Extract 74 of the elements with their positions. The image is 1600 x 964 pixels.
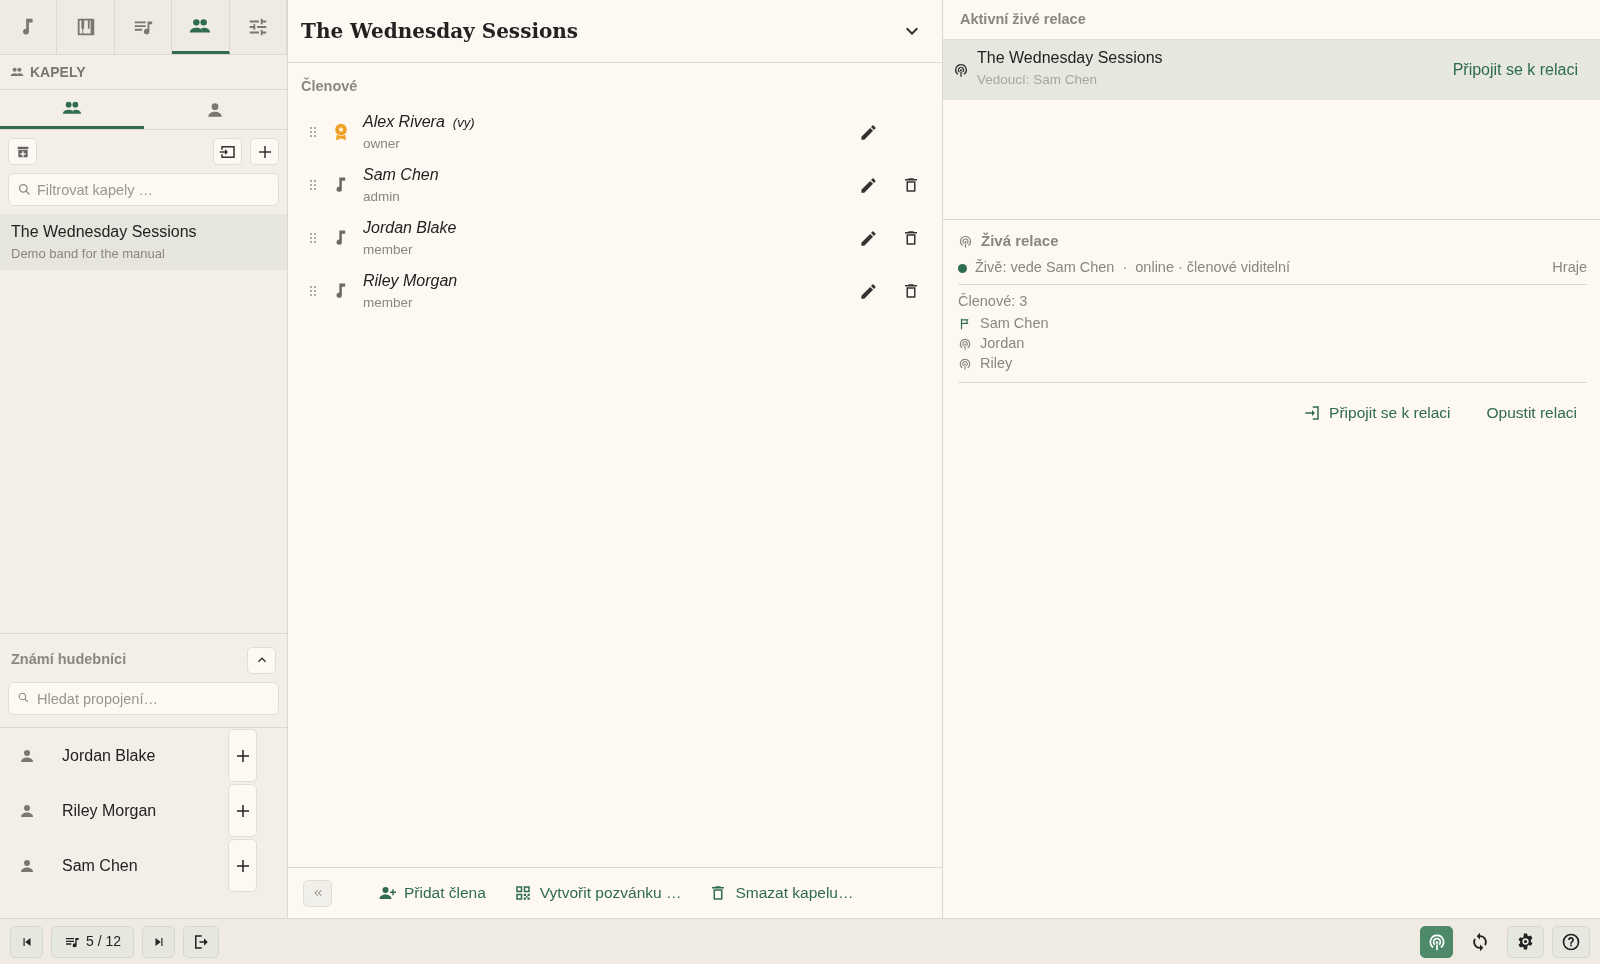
member-name: Alex Rivera: [363, 112, 445, 133]
leave-session-button[interactable]: Opustit relaci: [1476, 397, 1587, 429]
exit-button[interactable]: [183, 925, 220, 958]
band-item[interactable]: The Wednesday Sessions Demo band for the manual: [0, 214, 287, 270]
join-session-button[interactable]: Připojit se k relaci: [1293, 397, 1461, 429]
broadcast-icon: [958, 233, 973, 249]
person-add-icon: [378, 884, 396, 902]
people-icon: [10, 65, 24, 79]
settings-icon: [1516, 932, 1535, 951]
next-button[interactable]: [142, 925, 176, 958]
status-text: Živě: vede Sam Chen: [975, 258, 1115, 278]
status-detail: online · členové viditelní: [1135, 258, 1291, 278]
help-icon: [1561, 931, 1581, 952]
settings-button[interactable]: [1507, 925, 1544, 958]
sync-icon: [1470, 931, 1490, 952]
band-name: The Wednesday Sessions: [11, 222, 197, 242]
queue-button[interactable]: 5 / 12: [51, 925, 135, 958]
archive-button[interactable]: [8, 138, 37, 165]
section-title: Známí hudebníci: [10, 650, 127, 670]
filter-field[interactable]: Filtrovat kapely …: [8, 173, 279, 206]
broadcast-icon: [953, 62, 969, 78]
musician-name: Riley Morgan: [62, 800, 157, 821]
member-name: Jordan Blake: [363, 218, 457, 239]
nav-tab[interactable]: [114, 0, 173, 54]
section-label: Členové: [300, 76, 359, 96]
import-button[interactable]: [213, 138, 242, 165]
musician-name: Sam Chen: [62, 855, 138, 876]
help-button[interactable]: [1552, 925, 1590, 958]
member-role: admin: [363, 188, 400, 207]
previous-button[interactable]: [10, 925, 43, 958]
trash-icon: [902, 229, 920, 248]
member-role: member: [363, 241, 413, 260]
qr-code-icon: [513, 884, 532, 902]
separator-dot: ·: [1122, 258, 1128, 278]
member-note: (vy): [452, 114, 475, 133]
member-role: member: [363, 294, 413, 313]
nav-tab[interactable]: [172, 0, 230, 54]
trash-icon: [902, 282, 920, 301]
add-button[interactable]: [228, 729, 257, 782]
delete-band-button[interactable]: Smazat kapelu…: [699, 877, 864, 909]
panel-title: Živá relace: [981, 231, 1059, 251]
member-name: Sam Chen: [980, 314, 1049, 334]
search-icon: [17, 691, 30, 704]
login-icon: [1303, 403, 1322, 422]
broadcast-icon: [958, 357, 972, 372]
musician-name: Jordan Blake: [62, 745, 156, 766]
members-count: Členové: 3: [958, 291, 1028, 311]
nav-tab[interactable]: [57, 0, 115, 54]
section-title: Aktivní živé relace: [960, 9, 1086, 29]
member-role: owner: [363, 135, 400, 154]
broadcast-button[interactable]: [1420, 925, 1453, 958]
add-button[interactable]: [250, 138, 279, 165]
broadcast-icon: [958, 337, 972, 352]
search-field[interactable]: Hledat propojení…: [8, 682, 279, 715]
nav-tab[interactable]: [0, 0, 58, 54]
trash-icon: [902, 176, 920, 195]
section-title: KAPELY: [30, 62, 86, 82]
member-name: Riley Morgan: [363, 271, 458, 292]
playback-state: Hraje: [1552, 258, 1587, 278]
invite-button[interactable]: Vytvořit pozvánku …: [503, 877, 692, 909]
add-button[interactable]: [228, 839, 257, 892]
session-leader: Vedoucí: Sam Chen: [977, 70, 1098, 89]
member-name: Jordan: [980, 334, 1025, 354]
session-item[interactable]: The Wednesday Sessions Vedoucí: Sam Chen Připojit se k relaci: [943, 40, 1600, 100]
search-icon: [17, 182, 32, 197]
add-button[interactable]: [228, 784, 257, 837]
band-title: The Wednesday Sessions: [301, 18, 579, 45]
join-link[interactable]: Připojit se k relaci: [1452, 58, 1578, 82]
member-name: Sam Chen: [363, 165, 439, 186]
session-name: The Wednesday Sessions: [977, 47, 1163, 68]
member-name: Riley: [980, 354, 1013, 374]
band-description: Demo band for the manual: [11, 245, 165, 263]
add-member-button[interactable]: Přidat člena: [368, 877, 496, 909]
nav-tab[interactable]: [229, 0, 288, 54]
